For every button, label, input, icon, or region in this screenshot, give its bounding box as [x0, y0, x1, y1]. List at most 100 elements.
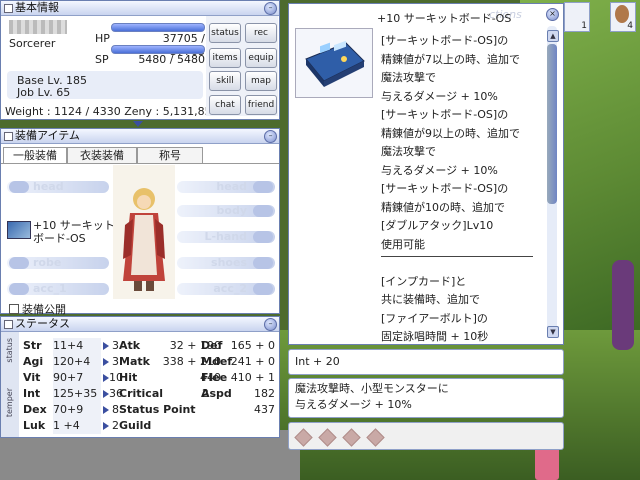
friend-button[interactable]: friend: [245, 95, 277, 115]
tab-costume-equip[interactable]: 衣装装備: [67, 147, 137, 163]
stat-cost: 2: [112, 419, 119, 432]
window-menu-icon[interactable]: [4, 320, 13, 329]
slot-pill-icon: [9, 257, 29, 269]
minimize-icon[interactable]: –: [264, 2, 277, 15]
stat-row-vit: Vit 90+7 10 Hit 440 Flee 410 + 1: [23, 370, 279, 386]
slot-pill-icon: [253, 283, 273, 295]
equipment-titlebar[interactable]: 装備アイテム –: [1, 129, 279, 144]
right-value: 182: [254, 387, 275, 400]
slot-label: acc_2: [213, 282, 247, 295]
stat-cost: 8: [112, 403, 119, 416]
slot-label: robe: [33, 256, 62, 269]
scroll-up-icon[interactable]: ▲: [547, 30, 559, 42]
status-button[interactable]: status: [209, 23, 241, 43]
effect-line-1: 魔法攻撃時、小型モンスターに: [295, 382, 449, 395]
skill-button[interactable]: skill: [209, 71, 241, 91]
stat-cost: 36: [109, 387, 123, 400]
stat-row-luk: Luk 1 +4 2 Guild: [23, 418, 279, 434]
weapon-name-line2: ボード-OS: [33, 232, 86, 245]
equipped-weapon[interactable]: +10 サーキット ボード-OS: [33, 219, 115, 245]
stat-row-int: Int 125+35 36 Critical 2 Aspd 182: [23, 386, 279, 402]
description-line: 魔法攻撃で: [381, 71, 436, 84]
basic-info-titlebar[interactable]: 基本情報 –: [1, 1, 279, 16]
slot-acc-1[interactable]: acc_1: [7, 283, 109, 295]
basic-info-title: 基本情報: [15, 1, 59, 14]
hud-item-slot-2[interactable]: 4: [610, 2, 636, 32]
equip-button[interactable]: equip: [245, 48, 277, 68]
description-line: 固定詠唱時間 + 10秒: [381, 330, 489, 343]
slot-acc-2[interactable]: acc_2: [177, 283, 275, 295]
tab-title[interactable]: 称号: [137, 147, 203, 163]
side-tab-temper[interactable]: temper: [5, 388, 14, 417]
slot-pill-icon: [253, 205, 273, 217]
tab-general-equip[interactable]: 一般装備: [3, 147, 67, 163]
mid-label: Status Point: [119, 403, 196, 416]
int-bonus-text: Int + 20: [295, 355, 340, 368]
hud-item-slot-1[interactable]: 1: [564, 2, 590, 32]
rec-button[interactable]: rec: [245, 23, 277, 43]
right-value: 410 + 1: [230, 371, 275, 384]
description-line: 与えるダメージ + 10%: [381, 163, 498, 177]
job-level: Job Lv. 65: [17, 86, 71, 99]
items-button[interactable]: items: [209, 48, 241, 68]
scroll-down-icon[interactable]: ▼: [547, 326, 559, 338]
slot-label: body: [216, 204, 247, 217]
minimize-icon[interactable]: –: [264, 130, 277, 143]
description-divider: [381, 256, 533, 257]
tab-divider: [1, 163, 279, 164]
side-tab-status[interactable]: status: [5, 338, 14, 363]
mid-value: 437: [254, 403, 275, 416]
scrollbar-thumb[interactable]: [547, 44, 557, 204]
slot-label: L-hand: [204, 230, 247, 243]
circuit-board-icon: [305, 40, 365, 87]
window-menu-icon[interactable]: [4, 132, 13, 141]
stat-name: Dex: [23, 403, 47, 416]
collapse-arrow-icon[interactable]: [133, 121, 143, 127]
mid-value: 2: [202, 387, 209, 400]
description-line: 精錬値が7以上の時、追加で: [381, 52, 520, 66]
stat-name: Vit: [23, 371, 41, 384]
description-line: 魔法攻撃で: [381, 145, 436, 158]
equip-public-label: 装備公開: [22, 303, 66, 316]
slot-label: head: [216, 180, 247, 193]
description-line: 共に装備時、追加で: [381, 293, 480, 306]
item-description-window: ctions × +10 サーキットボード-OS [サーキットボード-OS]の精…: [288, 3, 564, 345]
slot-shoes[interactable]: shoes: [177, 257, 275, 269]
status-window: ステータス – status temper Str 11+4 3 Atk 32 …: [0, 316, 280, 438]
item-stat-bonus: Int + 20: [288, 349, 564, 375]
stat-row-agi: Agi 120+4 3 Matk 338 + 210 Mdef 241 + 0: [23, 354, 279, 370]
right-value: 165 + 0: [230, 339, 275, 352]
checkbox-icon[interactable]: [9, 304, 19, 314]
slot-head-left[interactable]: head: [7, 181, 109, 193]
hud-count: 1: [581, 21, 587, 31]
stat-base: 1 +4: [53, 418, 101, 434]
description-line: [サーキットボード-OS]の: [381, 108, 509, 121]
sp-value: 5480 / 5480: [138, 53, 205, 66]
stat-base: 70+9: [53, 402, 101, 418]
right-value: 241 + 0: [230, 355, 275, 368]
empty-card-slot-icon: [318, 428, 337, 447]
close-icon[interactable]: ×: [546, 8, 559, 21]
slot-pill-icon: [9, 283, 29, 295]
minimize-icon[interactable]: –: [264, 318, 277, 331]
circuit-board-icon: [7, 221, 31, 239]
stat-cost: 3: [112, 339, 119, 352]
chat-button[interactable]: chat: [209, 95, 241, 115]
slot-body[interactable]: body: [177, 205, 275, 217]
description-line: [ダブルアタック]Lv10: [381, 219, 494, 232]
status-titlebar[interactable]: ステータス –: [1, 317, 279, 332]
equip-public-toggle[interactable]: 装備公開: [9, 301, 66, 317]
slot-head-right[interactable]: head: [177, 181, 275, 193]
description-line: [インプカード]と: [381, 274, 467, 288]
map-button[interactable]: map: [245, 71, 277, 91]
weight-zeny: Weight : 1124 / 4330 Zeny : 5,131,855: [5, 105, 219, 118]
description-line: [サーキットボード-OS]の: [381, 182, 509, 195]
stat-cost: 10: [109, 371, 123, 384]
slot-l-hand[interactable]: L-hand: [177, 231, 275, 243]
basic-info-window: 基本情報 – Sorcerer HP 37705 / 37705 SP 5480…: [0, 0, 280, 120]
slot-robe[interactable]: robe: [7, 257, 109, 269]
description-line: 使用可能: [381, 237, 425, 251]
window-menu-icon[interactable]: [4, 4, 13, 13]
description-line: [ファイアーボルト]の: [381, 311, 488, 325]
sp-label: SP: [95, 53, 109, 66]
